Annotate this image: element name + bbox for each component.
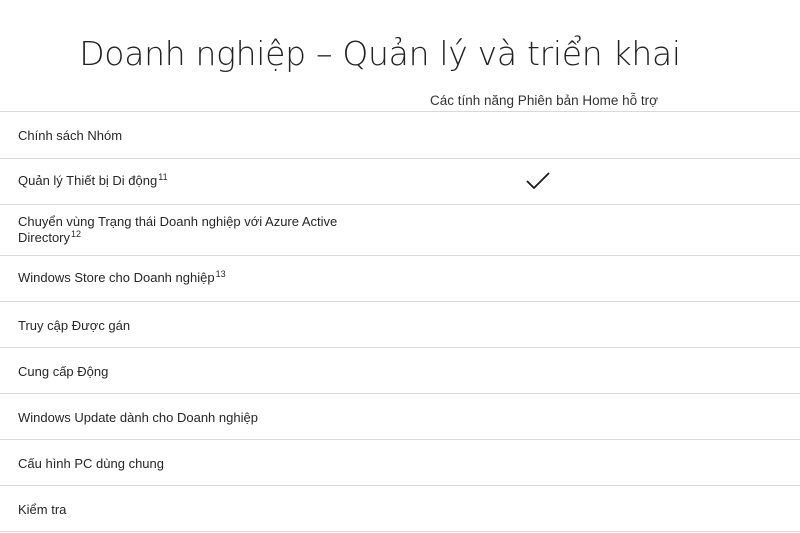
table-row: Windows Store cho Doanh nghiệp13	[0, 255, 800, 301]
row-label: Truy cập Được gán	[18, 318, 131, 333]
row-label: Cung cấp Động	[18, 364, 109, 379]
column-header-home: Các tính năng Phiên bản Home hỗ trợ	[430, 93, 658, 108]
feature-table: Chính sách Nhóm Quản lý Thiết bị Di động…	[0, 111, 800, 532]
row-label: Windows Store cho Doanh nghiệp13	[18, 269, 226, 286]
row-label: Chính sách Nhóm	[18, 128, 123, 143]
table-row: Chuyển vùng Trạng thái Doanh nghiệp với …	[0, 204, 800, 255]
row-label: Windows Update dành cho Doanh nghiệp	[18, 410, 258, 425]
table-row: Windows Update dành cho Doanh nghiệp	[0, 393, 800, 439]
table-row: Truy cập Được gán	[0, 301, 800, 347]
row-label: Quản lý Thiết bị Di động11	[18, 172, 168, 189]
table-row: Chính sách Nhóm	[0, 111, 800, 158]
table-row: Cấu hình PC dùng chung	[0, 439, 800, 485]
page-title: Doanh nghiệp – Quản lý và triển khai	[79, 34, 681, 73]
row-label: Kiểm tra	[18, 502, 67, 517]
table-row: Kiểm tra	[0, 485, 800, 532]
footnote-link[interactable]: 11	[158, 172, 167, 182]
footnote-link[interactable]: 13	[216, 269, 226, 279]
row-label: Cấu hình PC dùng chung	[18, 456, 164, 471]
table-row: Quản lý Thiết bị Di động11	[0, 158, 800, 204]
table-row: Cung cấp Động	[0, 347, 800, 393]
checkmark-icon	[525, 171, 555, 193]
row-label: Chuyển vùng Trạng thái Doanh nghiệp với …	[18, 214, 338, 245]
footnote-link[interactable]: 12	[71, 229, 81, 239]
